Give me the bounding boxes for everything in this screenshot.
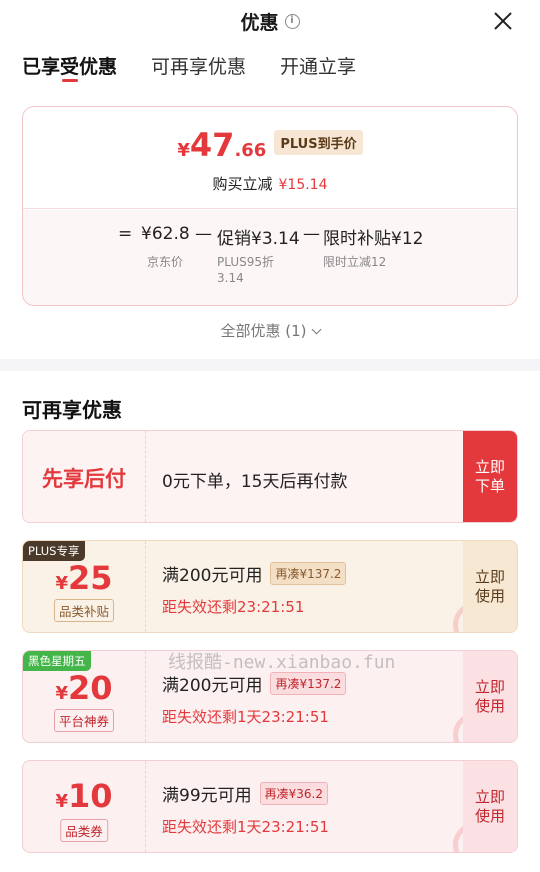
tab-bar: 已享受优惠 可再享优惠 开通立享 bbox=[22, 52, 356, 87]
jd-price: ¥62.8 bbox=[141, 224, 190, 244]
time-subsidy: 限时补贴¥12 bbox=[323, 229, 424, 249]
coupon-expire: 距失效还剩1天23:21:51 bbox=[162, 818, 329, 836]
coupon-card: PLUS专享 ¥25 品类补贴 满200元可用 再凑¥137.2 距失效还剩23:… bbox=[22, 540, 518, 633]
coupon-value: ¥10 品类券 bbox=[23, 761, 146, 852]
coupon-expire: 距失效还剩1天23:21:51 bbox=[162, 708, 329, 726]
coupon-extra-needed[interactable]: 再凑¥36.2 bbox=[259, 782, 328, 805]
black-friday-tag: 黑色星期五 bbox=[23, 651, 91, 671]
pay-later-left: 先享后付 bbox=[23, 431, 146, 522]
coupon-details: 满200元可用 再凑¥137.2 距失效还剩23:21:51 bbox=[162, 541, 463, 632]
price-formula: = ¥62.8 — 促销¥3.14 — 限时补贴¥12 京东价 PLUS95折 … bbox=[23, 210, 517, 305]
page-title-container: 优惠 i bbox=[0, 8, 540, 35]
coupon-amount: ¥25 bbox=[55, 559, 113, 597]
coupon-type-label: 品类补贴 bbox=[53, 599, 115, 622]
page-title: 优惠 bbox=[240, 12, 279, 34]
use-coupon-button[interactable]: 立即使用 bbox=[463, 541, 517, 632]
info-icon[interactable]: i bbox=[284, 14, 300, 29]
coupon-condition: 满200元可用 bbox=[162, 676, 263, 696]
coupon-details: 满99元可用 再凑¥36.2 距失效还剩1天23:21:51 bbox=[162, 761, 463, 852]
coupon-amount: ¥10 bbox=[55, 777, 113, 815]
coupon-expire: 距失效还剩23:21:51 bbox=[162, 598, 305, 616]
formula-minus: — bbox=[303, 224, 320, 244]
reduce-label: 购买立减 bbox=[212, 175, 273, 193]
all-discounts-label: 全部优惠 (1) bbox=[220, 322, 307, 340]
final-price: ¥47.66 bbox=[177, 126, 267, 164]
pay-later-desc: 0元下单，15天后再付款 bbox=[162, 472, 348, 492]
tab-more-available[interactable]: 可再享优惠 bbox=[151, 52, 246, 87]
section-divider bbox=[0, 359, 540, 371]
coupon-value: PLUS专享 ¥25 品类补贴 bbox=[23, 541, 146, 632]
reduce-amount: ¥15.14 bbox=[278, 177, 328, 193]
price-summary: ¥47.66 PLUS到手价 购买立减 ¥15.14 bbox=[23, 107, 517, 209]
formula-equals: = bbox=[118, 224, 133, 244]
coupon-condition: 满99元可用 bbox=[162, 786, 252, 806]
price-card: ¥47.66 PLUS到手价 购买立减 ¥15.14 = ¥62.8 — 促销¥3… bbox=[22, 106, 518, 306]
all-discounts-toggle[interactable]: 全部优惠 (1) bbox=[0, 320, 540, 341]
subsidy-label: 限时立减12 bbox=[323, 255, 387, 269]
tab-enjoyed[interactable]: 已享受优惠 bbox=[22, 52, 117, 87]
watermark: 线报酷-new.xianbao.fun bbox=[168, 652, 396, 673]
plus-price-badge: PLUS到手价 bbox=[274, 130, 363, 155]
promo-discount: 促销¥3.14 bbox=[217, 229, 300, 249]
close-icon[interactable] bbox=[492, 10, 514, 32]
header: 优惠 i bbox=[0, 0, 540, 42]
reduce-row: 购买立减 ¥15.14 bbox=[23, 173, 517, 194]
coupon-amount: ¥20 bbox=[55, 669, 113, 707]
coupon-extra-needed[interactable]: 再凑¥137.2 bbox=[270, 562, 347, 585]
formula-minus: — bbox=[195, 224, 212, 244]
coupon-type-label: 品类券 bbox=[60, 819, 108, 842]
pay-later-body: 0元下单，15天后再付款 bbox=[162, 431, 463, 522]
pay-later-card: 先享后付 0元下单，15天后再付款 立即下单 bbox=[22, 430, 518, 523]
section-title: 可再享优惠 bbox=[22, 398, 122, 422]
coupon-type-label: 平台神券 bbox=[53, 709, 115, 732]
promo-label: PLUS95折 3.14 bbox=[217, 255, 274, 285]
chevron-down-icon bbox=[311, 324, 321, 335]
plus-exclusive-tag: PLUS专享 bbox=[23, 541, 85, 561]
coupon-condition: 满200元可用 bbox=[162, 566, 263, 586]
use-coupon-button[interactable]: 立即使用 bbox=[463, 761, 517, 852]
coupon-extra-needed[interactable]: 再凑¥137.2 bbox=[270, 672, 347, 695]
use-coupon-button[interactable]: 立即使用 bbox=[463, 651, 517, 742]
coupon-value: 黑色星期五 ¥20 平台神券 bbox=[23, 651, 146, 742]
tab-activate[interactable]: 开通立享 bbox=[280, 52, 356, 87]
pay-later-title: 先享后付 bbox=[42, 467, 126, 491]
coupon-card: ¥10 品类券 满99元可用 再凑¥36.2 距失效还剩1天23:21:51 立即… bbox=[22, 760, 518, 853]
jd-price-label: 京东价 bbox=[147, 255, 184, 269]
pay-later-button[interactable]: 立即下单 bbox=[463, 431, 517, 522]
